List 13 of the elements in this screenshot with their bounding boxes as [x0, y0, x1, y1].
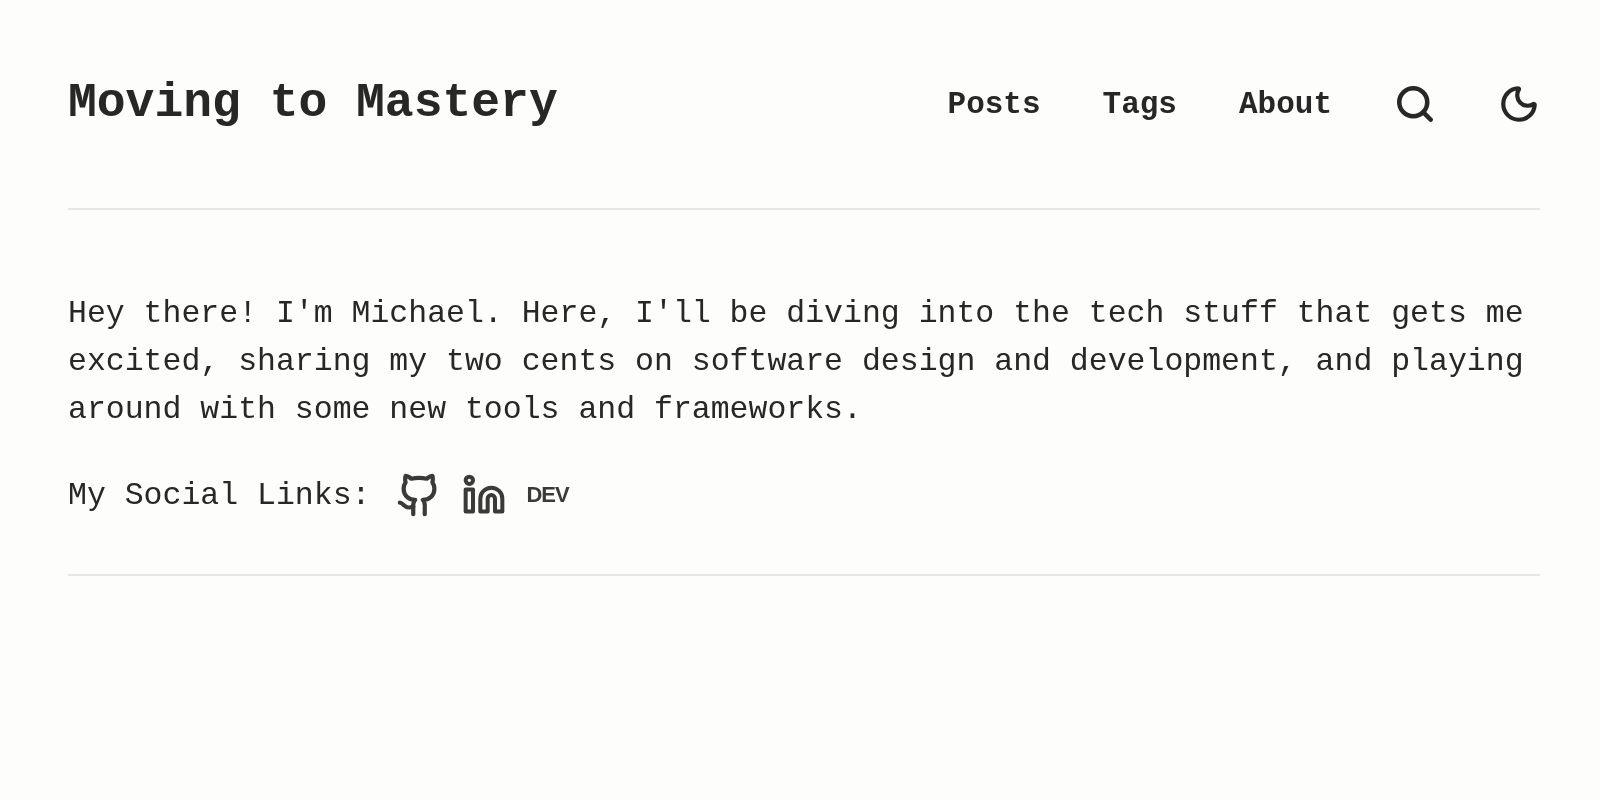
theme-toggle-button[interactable]: [1498, 83, 1540, 125]
moon-icon: [1498, 83, 1540, 125]
search-icon: [1394, 83, 1436, 125]
site-title[interactable]: Moving to Mastery: [68, 76, 558, 130]
dev-link[interactable]: DEV: [526, 482, 569, 508]
intro-paragraph: Hey there! I'm Michael. Here, I'll be diving into the tech stuff that gets me excited, sharing my two cents on software design and development, and playing around with some new tools and frameworks.: [68, 295, 1525, 429]
linkedin-link[interactable]: [462, 473, 507, 517]
nav-link[interactable]: Tags: [1102, 86, 1177, 122]
nav-link[interactable]: About: [1239, 86, 1332, 122]
social-links-label: My Social Links:: [68, 477, 371, 513]
search-button[interactable]: [1394, 83, 1436, 125]
nav-link[interactable]: Posts: [947, 86, 1041, 122]
linkedin-icon: [462, 473, 507, 517]
